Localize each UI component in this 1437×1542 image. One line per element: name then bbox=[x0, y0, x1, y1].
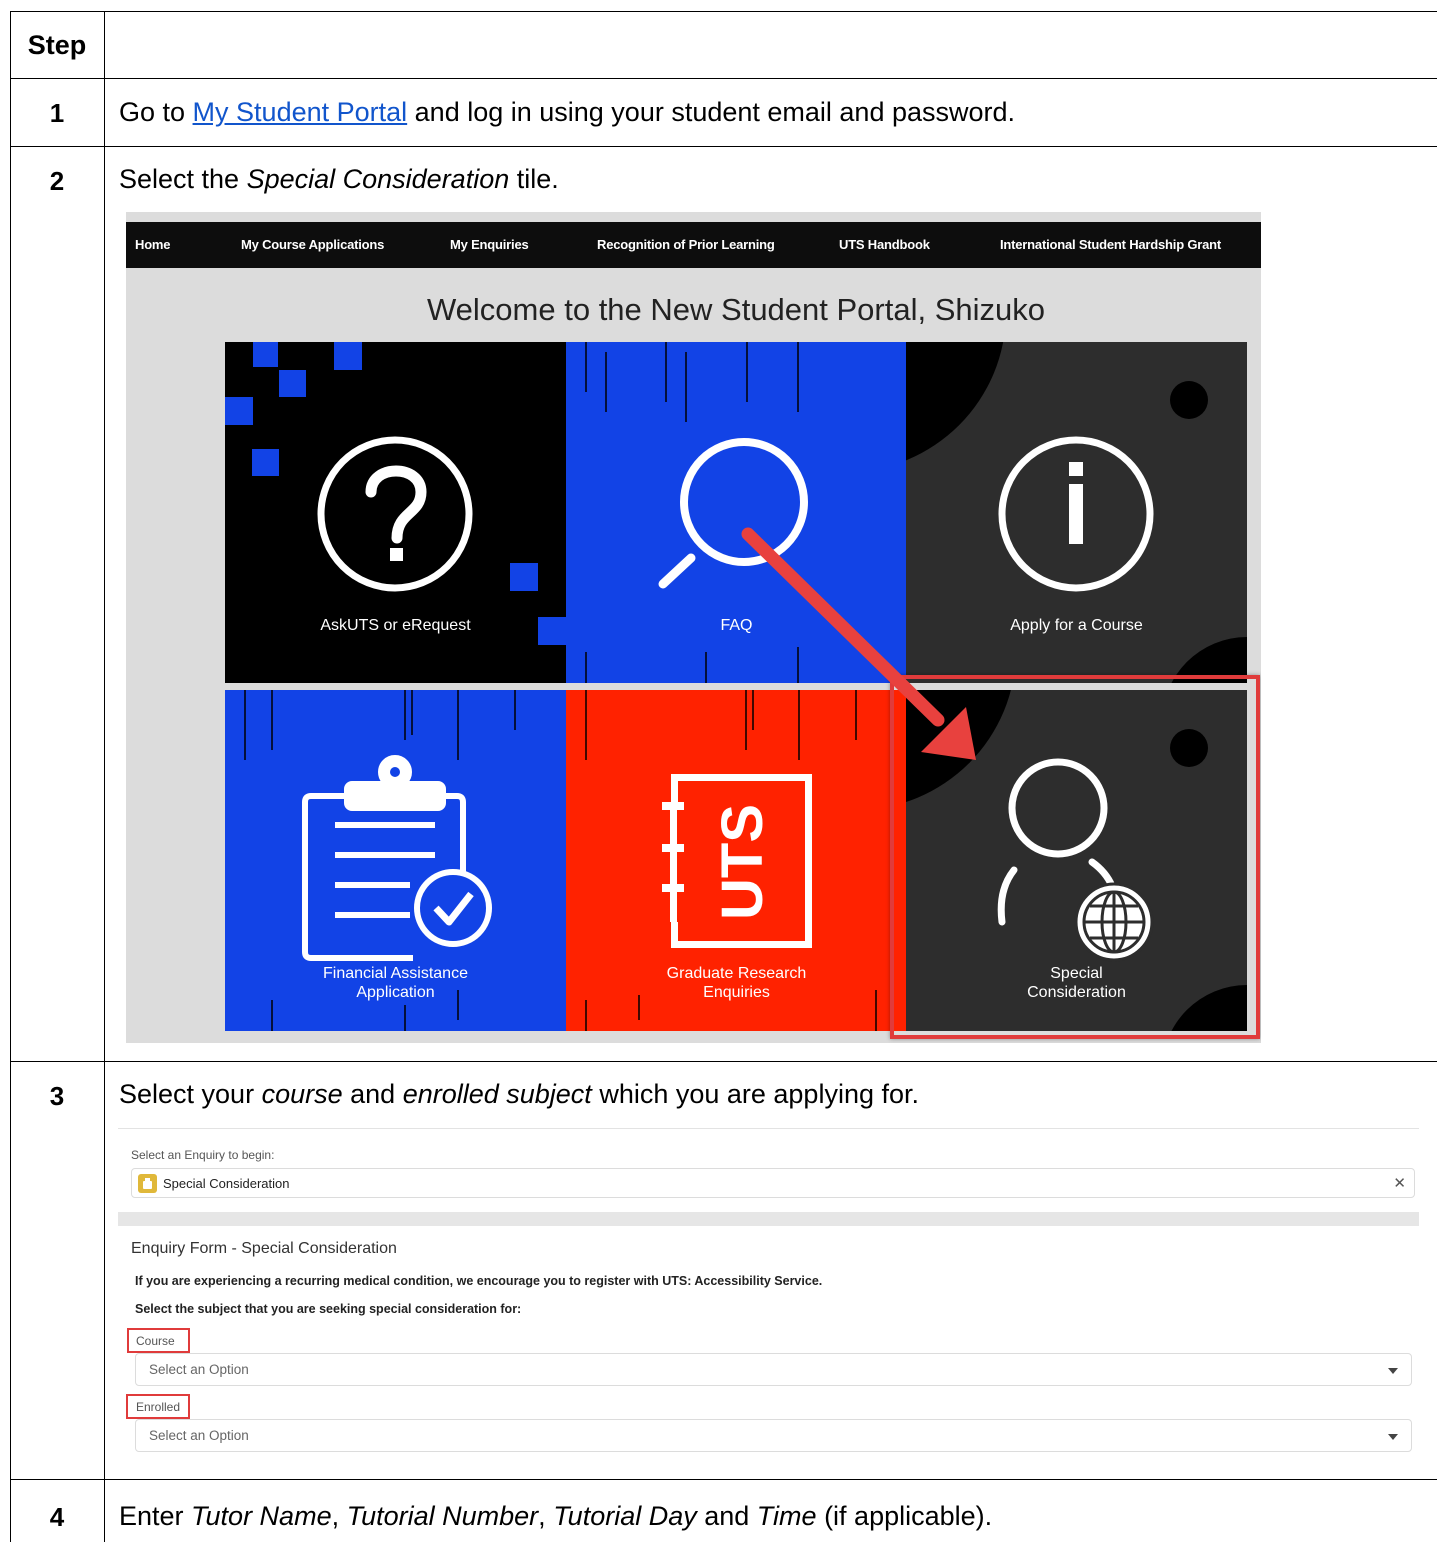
course-select[interactable]: Select an Option bbox=[135, 1353, 1412, 1386]
enrolled-chevron-down-icon bbox=[1388, 1434, 1398, 1440]
enquiry-prompt: Select an Enquiry to begin: bbox=[131, 1148, 275, 1162]
column-divider bbox=[104, 11, 105, 1542]
enrolled-label: Enrolled bbox=[136, 1400, 181, 1414]
header-row-border bbox=[10, 78, 1437, 79]
row3-border bbox=[10, 1479, 1437, 1480]
course-label: Course bbox=[136, 1334, 175, 1348]
step-number-3: 3 bbox=[49, 1081, 65, 1111]
enrolled-select[interactable]: Select an Option bbox=[135, 1419, 1412, 1452]
step-number-1: 1 bbox=[49, 98, 65, 128]
course-placeholder: Select an Option bbox=[149, 1362, 249, 1377]
table-top-border bbox=[10, 11, 1437, 12]
form-top-rule bbox=[118, 1128, 1419, 1129]
accessibility-notice: If you are experiencing a recurring medi… bbox=[135, 1274, 823, 1288]
step-column-header: Step bbox=[27, 30, 87, 60]
enquiry-select[interactable]: Special Consideration ✕ bbox=[131, 1168, 1415, 1198]
enquiry-type-icon bbox=[138, 1174, 157, 1193]
row2-border bbox=[10, 1061, 1437, 1062]
clear-icon[interactable]: ✕ bbox=[1393, 1174, 1406, 1192]
pointer-arrow bbox=[741, 527, 976, 760]
section-divider-bar bbox=[118, 1212, 1419, 1226]
step-number-2: 2 bbox=[49, 166, 65, 196]
step-1-instruction: Go to My Student Portal and log in using… bbox=[119, 97, 1016, 127]
student-portal-screenshot: Home My Course Applications My Enquiries… bbox=[126, 212, 1261, 1043]
enquiry-selected-value: Special Consideration bbox=[163, 1176, 290, 1191]
step-4-instruction: Enter Tutor Name, Tutorial Number, Tutor… bbox=[119, 1501, 993, 1531]
row1-border bbox=[10, 146, 1437, 147]
course-chevron-down-icon bbox=[1388, 1368, 1398, 1374]
enrolled-placeholder: Select an Option bbox=[149, 1428, 249, 1443]
my-student-portal-link[interactable]: My Student Portal bbox=[193, 97, 408, 127]
subject-instruction: Select the subject that you are seeking … bbox=[135, 1302, 522, 1316]
table-left-border bbox=[10, 11, 11, 1542]
enquiry-form-screenshot: Select an Enquiry to begin: Special Cons… bbox=[118, 1128, 1419, 1458]
form-title: Enquiry Form - Special Consideration bbox=[131, 1240, 397, 1257]
step-2-instruction: Select the Special Consideration tile. bbox=[119, 164, 559, 194]
step-3-instruction: Select your course and enrolled subject … bbox=[119, 1079, 920, 1109]
step-number-4: 4 bbox=[49, 1502, 65, 1532]
